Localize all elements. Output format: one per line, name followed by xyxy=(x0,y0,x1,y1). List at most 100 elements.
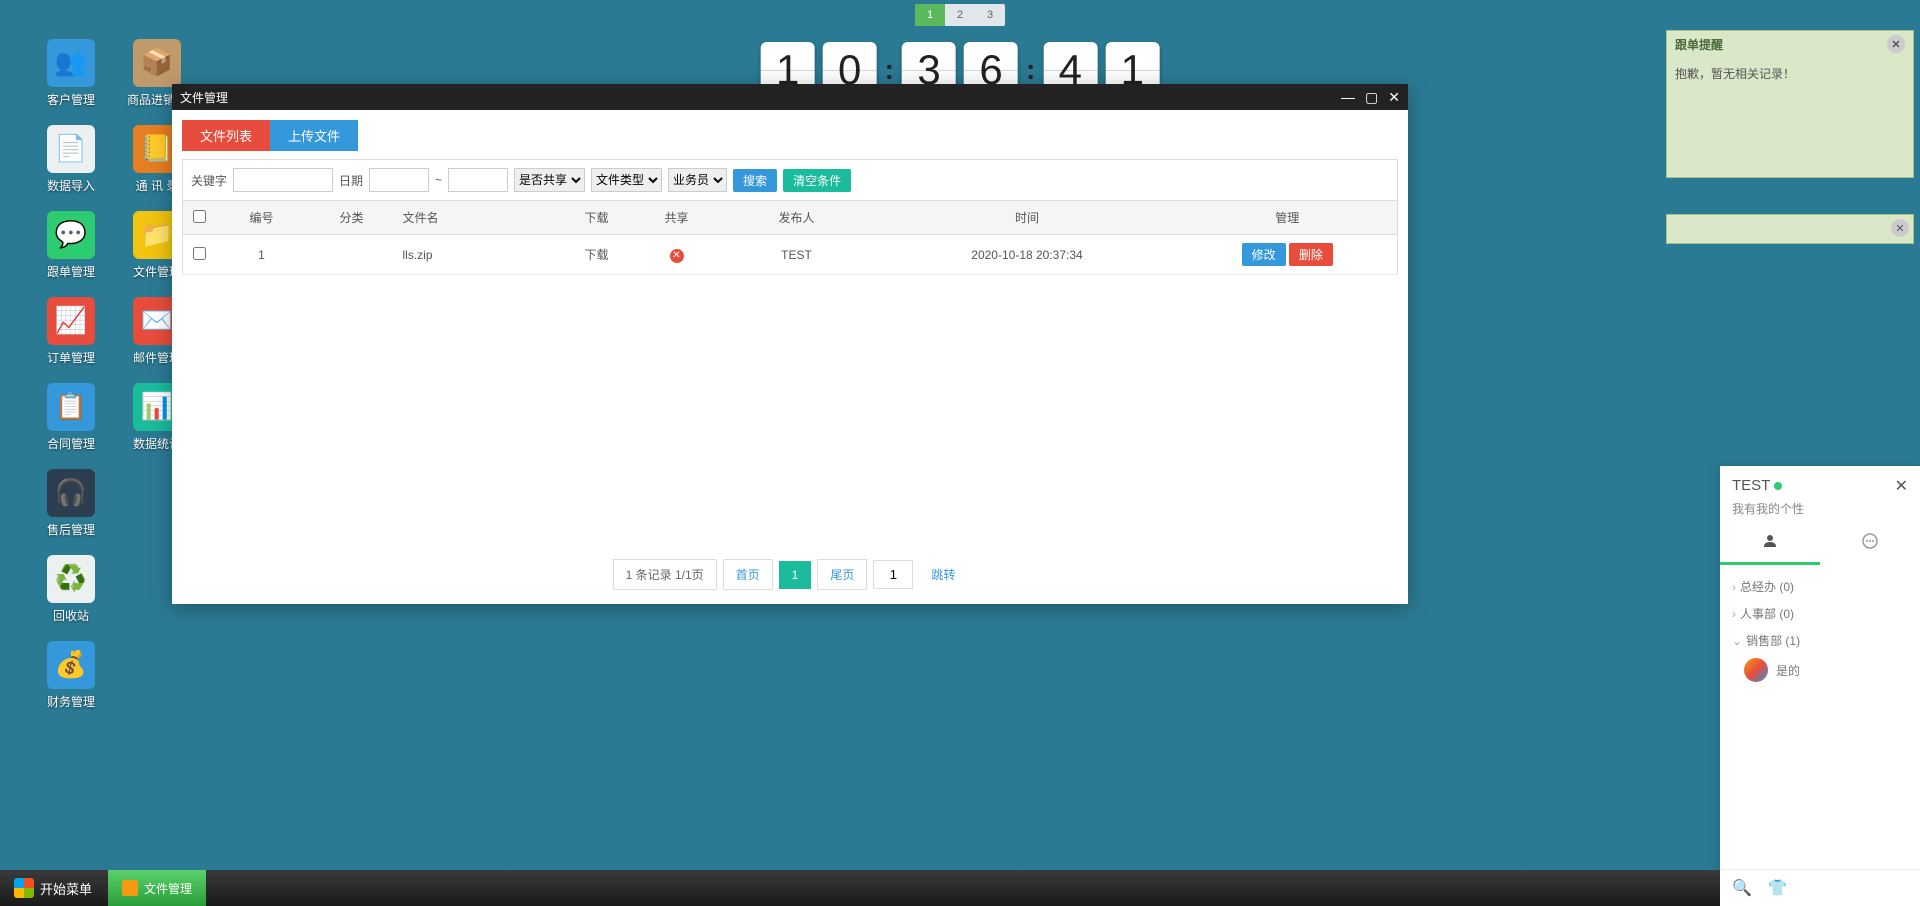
cell-id: 1 xyxy=(217,235,307,275)
taskbar-item-filemanager[interactable]: 文件管理 xyxy=(108,870,206,906)
desktop-icon-订单管理[interactable]: 📈 订单管理 xyxy=(28,288,114,374)
reminder-panel-2: ✕ xyxy=(1666,214,1914,244)
date-label: 日期 xyxy=(339,172,363,189)
page-jump[interactable]: 跳转 xyxy=(919,560,967,589)
chat-tab-contacts[interactable] xyxy=(1720,525,1820,565)
close-icon[interactable]: ✕ xyxy=(1388,89,1400,106)
edit-button[interactable]: 修改 xyxy=(1242,243,1286,266)
desktop-icon-数据导入[interactable]: 📄 数据导入 xyxy=(28,116,114,202)
col-id: 编号 xyxy=(217,201,307,235)
pagination: 1 条记录 1/1页 首页 1 尾页 跳转 xyxy=(613,559,968,590)
share-no-icon: ✕ xyxy=(670,249,684,263)
folder-icon xyxy=(122,880,138,896)
page-last[interactable]: 尾页 xyxy=(817,559,867,590)
app-icon: 📈 xyxy=(47,297,95,345)
taskbar: 开始菜单 文件管理 xyxy=(0,870,1720,906)
share-select[interactable]: 是否共享 xyxy=(514,168,585,192)
app-icon: 📋 xyxy=(47,383,95,431)
date-from-input[interactable] xyxy=(369,168,429,192)
close-icon[interactable]: ✕ xyxy=(1891,219,1909,237)
search-icon[interactable]: 🔍 xyxy=(1732,878,1752,898)
date-to-input[interactable] xyxy=(448,168,508,192)
cell-publisher: TEST xyxy=(717,235,877,275)
keyword-label: 关键字 xyxy=(191,172,227,189)
icon-label: 回收站 xyxy=(53,607,89,624)
app-icon: ♻️ xyxy=(47,555,95,603)
windows-logo-icon xyxy=(14,878,34,898)
page-info: 1 条记录 1/1页 xyxy=(613,559,717,590)
icon-label: 财务管理 xyxy=(47,693,95,710)
status-dot xyxy=(1774,482,1782,490)
cell-category xyxy=(307,235,397,275)
window-titlebar[interactable]: 文件管理 — ▢ ✕ xyxy=(172,84,1408,110)
row-checkbox[interactable] xyxy=(193,247,206,260)
app-icon: 📦 xyxy=(133,39,181,87)
chat-user-name: 是的 xyxy=(1776,662,1800,679)
app-icon: 👥 xyxy=(47,39,95,87)
desktop-icon-回收站[interactable]: ♻️ 回收站 xyxy=(28,546,114,632)
chat-panel: TEST ✕ 我有我的个性 总经办 (0)人事部 (0)销售部 (1)是的 🔍 … xyxy=(1720,466,1920,906)
icon-label: 订单管理 xyxy=(47,349,95,366)
close-icon[interactable]: ✕ xyxy=(1887,35,1905,53)
table-row: 1 lls.zip 下载 ✕ TEST 2020-10-18 20:37:34 … xyxy=(183,235,1398,275)
reminder-panel: 跟单提醒 ✕ 抱歉，暂无相关记录！ xyxy=(1666,30,1914,178)
reminder-title: 跟单提醒 xyxy=(1675,36,1723,53)
chat-username: TEST xyxy=(1732,477,1770,494)
avatar xyxy=(1744,658,1768,682)
desktop-icon-跟单管理[interactable]: 💬 跟单管理 xyxy=(28,202,114,288)
keyword-input[interactable] xyxy=(233,168,333,192)
task-label: 文件管理 xyxy=(144,880,192,897)
app-icon: 💰 xyxy=(47,641,95,689)
col-manage: 管理 xyxy=(1178,201,1398,235)
col-download: 下载 xyxy=(557,201,637,235)
minimize-icon[interactable]: — xyxy=(1341,89,1355,106)
app-icon: 💬 xyxy=(47,211,95,259)
close-icon[interactable]: ✕ xyxy=(1895,476,1908,496)
pager-3[interactable]: 3 xyxy=(975,4,1005,26)
icon-label: 数据导入 xyxy=(47,177,95,194)
file-manager-window: 文件管理 — ▢ ✕ 文件列表 上传文件 关键字 日期 ~ 是否共享 文件类型 … xyxy=(172,84,1408,604)
clock-sep: : xyxy=(885,54,894,86)
chat-group[interactable]: 人事部 (0) xyxy=(1732,600,1908,627)
shirt-icon[interactable]: 👕 xyxy=(1768,878,1788,898)
start-button[interactable]: 开始菜单 xyxy=(0,870,106,906)
clock-sep: : xyxy=(1026,54,1035,86)
window-title: 文件管理 xyxy=(180,89,228,106)
download-link[interactable]: 下载 xyxy=(584,248,608,262)
type-select[interactable]: 文件类型 xyxy=(591,168,662,192)
page-1[interactable]: 1 xyxy=(779,561,812,589)
desktop-icon-售后管理[interactable]: 🎧 售后管理 xyxy=(28,460,114,546)
chat-subtitle: 我有我的个性 xyxy=(1720,500,1920,525)
chat-group[interactable]: 总经办 (0) xyxy=(1732,573,1908,600)
page-input[interactable] xyxy=(873,560,913,589)
filter-bar: 关键字 日期 ~ 是否共享 文件类型 业务员 搜索 清空条件 xyxy=(182,159,1398,201)
search-button[interactable]: 搜索 xyxy=(733,169,777,192)
icon-label: 合同管理 xyxy=(47,435,95,452)
col-time: 时间 xyxy=(877,201,1178,235)
icon-label: 跟单管理 xyxy=(47,263,95,280)
delete-button[interactable]: 删除 xyxy=(1289,243,1333,266)
app-icon: 🎧 xyxy=(47,469,95,517)
desktop-icon-财务管理[interactable]: 💰 财务管理 xyxy=(28,632,114,718)
col-publisher: 发布人 xyxy=(717,201,877,235)
pager-1[interactable]: 1 xyxy=(915,4,945,26)
app-icon: 📄 xyxy=(47,125,95,173)
tab-file-list[interactable]: 文件列表 xyxy=(182,120,270,151)
chat-group[interactable]: 销售部 (1) xyxy=(1732,627,1908,654)
pager-2[interactable]: 2 xyxy=(945,4,975,26)
chat-tab-messages[interactable] xyxy=(1820,525,1920,565)
desktop-pager: 1 2 3 xyxy=(915,4,1005,26)
desktop-icon-合同管理[interactable]: 📋 合同管理 xyxy=(28,374,114,460)
maximize-icon[interactable]: ▢ xyxy=(1365,89,1378,106)
clear-button[interactable]: 清空条件 xyxy=(783,169,851,192)
col-share: 共享 xyxy=(637,201,717,235)
tab-upload[interactable]: 上传文件 xyxy=(270,120,358,151)
user-select[interactable]: 业务员 xyxy=(668,168,727,192)
icon-label: 售后管理 xyxy=(47,521,95,538)
select-all-checkbox[interactable] xyxy=(193,210,206,223)
file-table: 编号 分类 文件名 下载 共享 发布人 时间 管理 1 lls.zip 下载 ✕… xyxy=(182,201,1398,275)
cell-time: 2020-10-18 20:37:34 xyxy=(877,235,1178,275)
page-first[interactable]: 首页 xyxy=(723,559,773,590)
desktop-icon-客户管理[interactable]: 👥客户管理 xyxy=(28,30,114,116)
chat-user[interactable]: 是的 xyxy=(1732,654,1908,686)
